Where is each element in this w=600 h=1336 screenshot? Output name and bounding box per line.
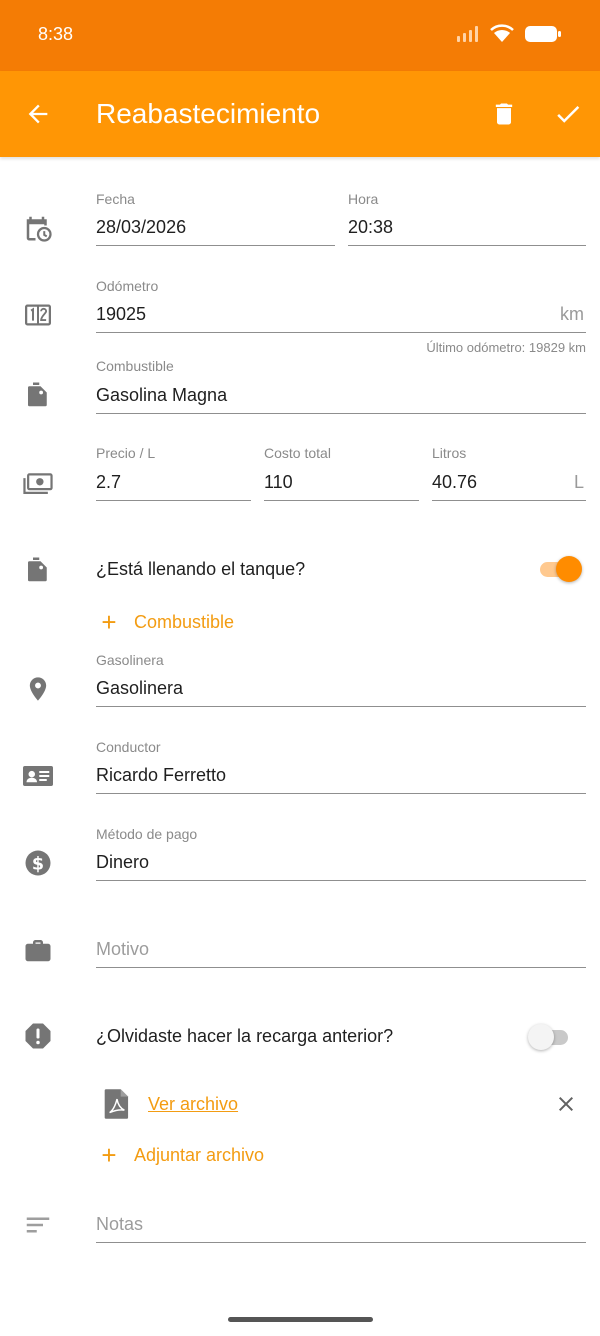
- check-icon: [557, 105, 580, 123]
- fuel-field[interactable]: Gasolina Magna: [96, 378, 586, 414]
- forgot-toggle[interactable]: [528, 1024, 572, 1050]
- view-file-link[interactable]: Ver archivo: [148, 1094, 238, 1115]
- add-fuel-label: Combustible: [134, 611, 235, 632]
- page-title: Reabastecimiento: [96, 98, 321, 129]
- liters-value: 40.76: [432, 472, 478, 492]
- status-icons: [456, 24, 562, 44]
- attach-file-button[interactable]: + Adjuntar archivo: [98, 1142, 264, 1168]
- odometer-value: 19025: [96, 304, 147, 324]
- briefcase-icon: [21, 933, 55, 967]
- plus-icon: +: [101, 1140, 117, 1170]
- price-value: 2.7: [96, 472, 122, 492]
- status-bar: 8:38: [0, 0, 600, 71]
- liters-label: Litros: [432, 445, 467, 461]
- alert-octagon-icon: [21, 1019, 55, 1053]
- hora-field[interactable]: 20:38: [348, 210, 586, 246]
- liters-unit: L: [573, 472, 584, 492]
- svg-text:$: $: [32, 854, 44, 874]
- forgot-toggle-knob: [528, 1024, 554, 1050]
- total-label: Costo total: [264, 445, 331, 461]
- station-field[interactable]: Gasolinera: [96, 671, 586, 707]
- odometer-label: Odómetro: [96, 278, 159, 294]
- driver-value: Ricardo Ferretto: [96, 765, 227, 785]
- fuel-tag-icon: [21, 378, 55, 412]
- battery-icon: [525, 26, 561, 42]
- driver-field[interactable]: Ricardo Ferretto: [96, 758, 586, 794]
- calendar-clock-icon: [21, 211, 55, 245]
- fecha-value: 28/03/2026: [96, 217, 187, 237]
- arrow-back-icon: [28, 104, 48, 124]
- driver-label: Conductor: [96, 739, 161, 755]
- pdf-file-icon: [100, 1087, 134, 1121]
- money-icon: [21, 466, 55, 500]
- forgot-label: ¿Olvidaste hacer la recarga anterior?: [96, 1026, 394, 1046]
- back-button[interactable]: [22, 98, 54, 130]
- fuel-tank-icon: [21, 553, 55, 587]
- price-field[interactable]: 2.7: [96, 465, 251, 501]
- save-button[interactable]: [552, 98, 584, 130]
- notes-placeholder: Notas: [96, 1214, 144, 1234]
- full-tank-toggle[interactable]: [538, 556, 582, 582]
- status-time: 8:38: [38, 24, 74, 44]
- odometer-unit: km: [560, 304, 584, 324]
- station-value: Gasolinera: [96, 678, 184, 698]
- fecha-label: Fecha: [96, 191, 135, 207]
- remove-file-button[interactable]: [552, 1090, 580, 1118]
- close-icon: [559, 1097, 573, 1111]
- station-label: Gasolinera: [96, 652, 164, 668]
- reason-placeholder: Motivo: [96, 939, 150, 959]
- location-pin-icon: [21, 672, 55, 706]
- trash-icon: [495, 103, 513, 125]
- attach-file-label: Adjuntar archivo: [134, 1144, 265, 1165]
- add-fuel-button[interactable]: + Combustible: [98, 609, 234, 635]
- reason-field[interactable]: Motivo: [96, 932, 586, 968]
- price-label: Precio / L: [96, 445, 156, 461]
- hora-value: 20:38: [348, 217, 394, 237]
- liters-field[interactable]: 40.76 L: [432, 465, 586, 501]
- fuel-value: Gasolina Magna: [96, 385, 228, 405]
- payment-value: Dinero: [96, 852, 150, 872]
- gesture-nav-handle[interactable]: [228, 1317, 373, 1322]
- payment-label: Método de pago: [96, 826, 198, 842]
- odometer-hint: Último odómetro: 19829 km: [426, 340, 586, 355]
- notes-lines-icon: [21, 1208, 55, 1242]
- fecha-field[interactable]: 28/03/2026: [96, 210, 335, 246]
- hora-label: Hora: [348, 191, 379, 207]
- total-value: 110: [264, 472, 293, 492]
- plus-icon: +: [101, 607, 117, 637]
- dollar-circle-icon: $: [21, 846, 55, 880]
- signal-icon: [457, 26, 478, 42]
- wifi-icon: [490, 24, 514, 42]
- odometer-field[interactable]: 19025 km: [96, 297, 586, 333]
- payment-field[interactable]: Dinero: [96, 845, 586, 881]
- full-tank-toggle-knob: [556, 556, 582, 582]
- id-card-icon: [21, 759, 55, 793]
- app-bar: Reabastecimiento: [0, 71, 600, 157]
- delete-button[interactable]: [488, 98, 520, 130]
- total-field[interactable]: 110: [264, 465, 419, 501]
- fuel-label: Combustible: [96, 358, 174, 374]
- full-tank-label: ¿Está llenando el tanque?: [96, 559, 306, 579]
- odometer-icon: [21, 298, 55, 332]
- notes-field[interactable]: Notas: [96, 1207, 586, 1243]
